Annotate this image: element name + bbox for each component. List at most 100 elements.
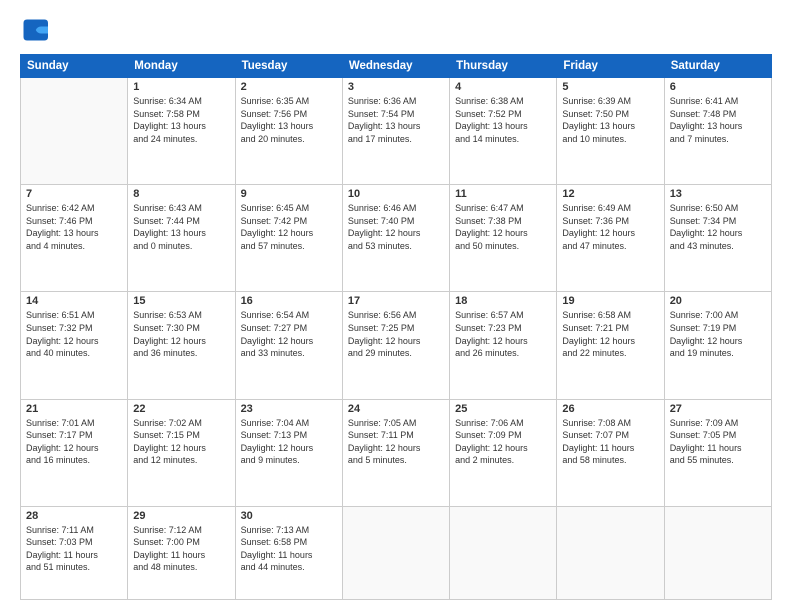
day-number: 4 bbox=[455, 81, 551, 93]
day-info: Sunrise: 7:09 AM Sunset: 7:05 PM Dayligh… bbox=[670, 417, 766, 467]
day-number: 18 bbox=[455, 295, 551, 307]
calendar-cell bbox=[557, 506, 664, 599]
day-info: Sunrise: 6:50 AM Sunset: 7:34 PM Dayligh… bbox=[670, 202, 766, 252]
day-info: Sunrise: 6:47 AM Sunset: 7:38 PM Dayligh… bbox=[455, 202, 551, 252]
calendar-day-header: Tuesday bbox=[235, 55, 342, 78]
calendar-cell bbox=[342, 506, 449, 599]
calendar-cell: 20Sunrise: 7:00 AM Sunset: 7:19 PM Dayli… bbox=[664, 292, 771, 399]
calendar-cell: 17 Sunrise: 6:56 AM Sunset: 7:25 PM Dayli… bbox=[342, 292, 449, 399]
calendar-cell: 24 Sunrise: 7:05 AM Sunset: 7:11 PM Dayli… bbox=[342, 399, 449, 506]
day-info: Sunrise: 7:06 AM Sunset: 7:09 PM Dayligh… bbox=[455, 417, 551, 467]
day-number: 17 bbox=[348, 295, 444, 307]
day-info: Sunrise: 7:08 AM Sunset: 7:07 PM Dayligh… bbox=[562, 417, 658, 467]
calendar-week-row: 14 Sunrise: 6:51 AM Sunset: 7:32 PM Dayli… bbox=[21, 292, 772, 399]
calendar-cell: 9 Sunrise: 6:45 AM Sunset: 7:42 PM Daylig… bbox=[235, 185, 342, 292]
calendar-cell: 6 Sunrise: 6:41 AM Sunset: 7:48 PM Daylig… bbox=[664, 78, 771, 185]
day-info: Sunrise: 6:51 AM Sunset: 7:32 PM Dayligh… bbox=[26, 309, 122, 359]
header bbox=[20, 16, 772, 44]
day-number: 14 bbox=[26, 295, 122, 307]
calendar-day-header: Thursday bbox=[450, 55, 557, 78]
calendar-cell: 5 Sunrise: 6:39 AM Sunset: 7:50 PM Daylig… bbox=[557, 78, 664, 185]
day-number: 7 bbox=[26, 188, 122, 200]
calendar-cell bbox=[21, 78, 128, 185]
calendar-cell: 12 Sunrise: 6:49 AM Sunset: 7:36 PM Dayli… bbox=[557, 185, 664, 292]
day-number: 16 bbox=[241, 295, 337, 307]
day-info: Sunrise: 7:04 AM Sunset: 7:13 PM Dayligh… bbox=[241, 417, 337, 467]
day-info: Sunrise: 7:01 AM Sunset: 7:17 PM Dayligh… bbox=[26, 417, 122, 467]
day-number: 19 bbox=[562, 295, 658, 307]
day-number: 26 bbox=[562, 403, 658, 415]
day-info: Sunrise: 6:57 AM Sunset: 7:23 PM Dayligh… bbox=[455, 309, 551, 359]
day-number: 3 bbox=[348, 81, 444, 93]
day-info: Sunrise: 6:56 AM Sunset: 7:25 PM Dayligh… bbox=[348, 309, 444, 359]
day-number: 13 bbox=[670, 188, 766, 200]
calendar-week-row: 1 Sunrise: 6:34 AM Sunset: 7:58 PM Daylig… bbox=[21, 78, 772, 185]
day-info: Sunrise: 6:41 AM Sunset: 7:48 PM Dayligh… bbox=[670, 95, 766, 145]
calendar-cell: 13 Sunrise: 6:50 AM Sunset: 7:34 PM Dayli… bbox=[664, 185, 771, 292]
day-info: Sunrise: 7:12 AM Sunset: 7:00 PM Dayligh… bbox=[133, 524, 229, 574]
day-info: Sunrise: 6:58 AM Sunset: 7:21 PM Dayligh… bbox=[562, 309, 658, 359]
calendar-cell bbox=[450, 506, 557, 599]
day-number: 25 bbox=[455, 403, 551, 415]
day-number: 30 bbox=[241, 510, 337, 522]
day-number: 24 bbox=[348, 403, 444, 415]
day-number: 23 bbox=[241, 403, 337, 415]
day-number: 10 bbox=[348, 188, 444, 200]
calendar-header-row: SundayMondayTuesdayWednesdayThursdayFrid… bbox=[21, 55, 772, 78]
calendar-day-header: Sunday bbox=[21, 55, 128, 78]
calendar-cell: 30 Sunrise: 7:13 AM Sunset: 6:58 PM Dayli… bbox=[235, 506, 342, 599]
calendar-week-row: 21Sunrise: 7:01 AM Sunset: 7:17 PM Dayli… bbox=[21, 399, 772, 506]
day-info: Sunrise: 6:42 AM Sunset: 7:46 PM Dayligh… bbox=[26, 202, 122, 252]
calendar-cell: 2 Sunrise: 6:35 AM Sunset: 7:56 PM Daylig… bbox=[235, 78, 342, 185]
calendar-cell: 16 Sunrise: 6:54 AM Sunset: 7:27 PM Dayli… bbox=[235, 292, 342, 399]
page: SundayMondayTuesdayWednesdayThursdayFrid… bbox=[0, 0, 792, 612]
day-number: 1 bbox=[133, 81, 229, 93]
day-info: Sunrise: 6:36 AM Sunset: 7:54 PM Dayligh… bbox=[348, 95, 444, 145]
calendar-cell: 27 Sunrise: 7:09 AM Sunset: 7:05 PM Dayli… bbox=[664, 399, 771, 506]
calendar-cell: 26 Sunrise: 7:08 AM Sunset: 7:07 PM Dayli… bbox=[557, 399, 664, 506]
day-info: Sunrise: 7:13 AM Sunset: 6:58 PM Dayligh… bbox=[241, 524, 337, 574]
day-info: Sunrise: 7:05 AM Sunset: 7:11 PM Dayligh… bbox=[348, 417, 444, 467]
calendar-cell: 23 Sunrise: 7:04 AM Sunset: 7:13 PM Dayli… bbox=[235, 399, 342, 506]
day-info: Sunrise: 6:54 AM Sunset: 7:27 PM Dayligh… bbox=[241, 309, 337, 359]
day-info: Sunrise: 6:34 AM Sunset: 7:58 PM Dayligh… bbox=[133, 95, 229, 145]
day-info: Sunrise: 6:46 AM Sunset: 7:40 PM Dayligh… bbox=[348, 202, 444, 252]
day-number: 5 bbox=[562, 81, 658, 93]
calendar-cell: 10 Sunrise: 6:46 AM Sunset: 7:40 PM Dayli… bbox=[342, 185, 449, 292]
day-number: 27 bbox=[670, 403, 766, 415]
calendar-cell: 15 Sunrise: 6:53 AM Sunset: 7:30 PM Dayli… bbox=[128, 292, 235, 399]
day-number: 2 bbox=[241, 81, 337, 93]
day-number: 22 bbox=[133, 403, 229, 415]
day-number: 6 bbox=[670, 81, 766, 93]
day-number: 8 bbox=[133, 188, 229, 200]
day-number: 15 bbox=[133, 295, 229, 307]
day-number: 28 bbox=[26, 510, 122, 522]
calendar-cell: 29 Sunrise: 7:12 AM Sunset: 7:00 PM Dayli… bbox=[128, 506, 235, 599]
calendar-day-header: Monday bbox=[128, 55, 235, 78]
calendar-cell: 11Sunrise: 6:47 AM Sunset: 7:38 PM Dayli… bbox=[450, 185, 557, 292]
day-info: Sunrise: 7:00 AM Sunset: 7:19 PM Dayligh… bbox=[670, 309, 766, 359]
day-info: Sunrise: 6:35 AM Sunset: 7:56 PM Dayligh… bbox=[241, 95, 337, 145]
calendar-cell: 14 Sunrise: 6:51 AM Sunset: 7:32 PM Dayli… bbox=[21, 292, 128, 399]
calendar-cell bbox=[664, 506, 771, 599]
day-info: Sunrise: 6:39 AM Sunset: 7:50 PM Dayligh… bbox=[562, 95, 658, 145]
day-info: Sunrise: 6:49 AM Sunset: 7:36 PM Dayligh… bbox=[562, 202, 658, 252]
day-number: 9 bbox=[241, 188, 337, 200]
calendar-cell: 25 Sunrise: 7:06 AM Sunset: 7:09 PM Dayli… bbox=[450, 399, 557, 506]
calendar-week-row: 28Sunrise: 7:11 AM Sunset: 7:03 PM Dayli… bbox=[21, 506, 772, 599]
day-info: Sunrise: 6:38 AM Sunset: 7:52 PM Dayligh… bbox=[455, 95, 551, 145]
day-number: 12 bbox=[562, 188, 658, 200]
calendar-cell: 8 Sunrise: 6:43 AM Sunset: 7:44 PM Daylig… bbox=[128, 185, 235, 292]
day-number: 29 bbox=[133, 510, 229, 522]
day-info: Sunrise: 6:53 AM Sunset: 7:30 PM Dayligh… bbox=[133, 309, 229, 359]
calendar-cell: 1 Sunrise: 6:34 AM Sunset: 7:58 PM Daylig… bbox=[128, 78, 235, 185]
calendar-cell: 21Sunrise: 7:01 AM Sunset: 7:17 PM Dayli… bbox=[21, 399, 128, 506]
day-info: Sunrise: 6:43 AM Sunset: 7:44 PM Dayligh… bbox=[133, 202, 229, 252]
calendar-cell: 22Sunrise: 7:02 AM Sunset: 7:15 PM Dayli… bbox=[128, 399, 235, 506]
logo bbox=[20, 16, 52, 44]
calendar-table: SundayMondayTuesdayWednesdayThursdayFrid… bbox=[20, 54, 772, 600]
logo-icon bbox=[20, 16, 48, 44]
calendar-day-header: Saturday bbox=[664, 55, 771, 78]
day-info: Sunrise: 6:45 AM Sunset: 7:42 PM Dayligh… bbox=[241, 202, 337, 252]
calendar-cell: 7 Sunrise: 6:42 AM Sunset: 7:46 PM Daylig… bbox=[21, 185, 128, 292]
